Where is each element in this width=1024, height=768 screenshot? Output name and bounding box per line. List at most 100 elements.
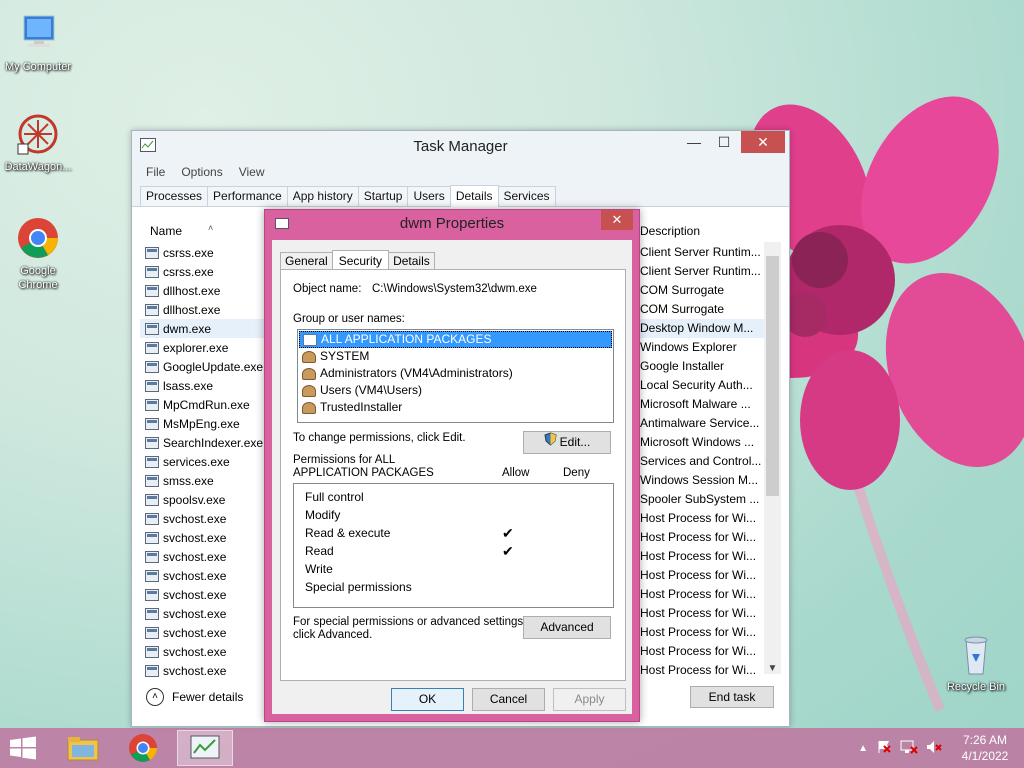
user-list[interactable]: ALL APPLICATION PACKAGES SYSTEM Administra…	[297, 329, 614, 423]
tab-details[interactable]: Details	[449, 185, 499, 207]
process-description[interactable]: Client Server Runtim...	[640, 243, 766, 262]
show-hidden-icons[interactable]: ▲	[858, 743, 868, 754]
process-description[interactable]: Client Server Runtim...	[640, 262, 766, 281]
tab-startup[interactable]: Startup	[357, 186, 409, 206]
menu-options[interactable]: Options	[173, 165, 230, 179]
process-description[interactable]: Host Process for Wi...	[640, 642, 766, 661]
tab-performance[interactable]: Performance	[207, 186, 288, 206]
column-name[interactable]: Name ˄	[140, 218, 270, 242]
advanced-button[interactable]: Advanced	[523, 616, 611, 639]
process-description[interactable]: Antimalware Service...	[640, 414, 766, 433]
desktop-icon-datawagon[interactable]: DataWagon...	[0, 110, 76, 174]
process-description[interactable]: Host Process for Wi...	[640, 566, 766, 585]
user-list-item[interactable]: Administrators (VM4\Administrators)	[299, 365, 612, 382]
user-list-item[interactable]: ALL APPLICATION PACKAGES	[299, 331, 612, 348]
process-row[interactable]: spoolsv.exe	[140, 490, 280, 509]
maximize-button[interactable]: ☐	[709, 131, 739, 153]
tab-users[interactable]: Users	[407, 186, 451, 206]
process-row[interactable]: GoogleUpdate.exe	[140, 357, 280, 376]
task-manager-titlebar[interactable]: Task Manager — ☐ ✕	[132, 131, 789, 161]
process-row[interactable]: dllhost.exe	[140, 300, 280, 319]
start-button[interactable]	[8, 736, 38, 763]
process-row[interactable]: svchost.exe	[140, 585, 280, 604]
process-description[interactable]: Host Process for Wi...	[640, 528, 766, 547]
process-row[interactable]: svchost.exe	[140, 661, 280, 680]
process-name: svchost.exe	[163, 606, 227, 621]
user-list-item[interactable]: SYSTEM	[299, 348, 612, 365]
menu-file[interactable]: File	[138, 165, 173, 179]
taskbar-file-explorer[interactable]	[55, 730, 111, 766]
process-description[interactable]: Windows Session M...	[640, 471, 766, 490]
process-row[interactable]: services.exe	[140, 452, 280, 471]
user-list-item[interactable]: Users (VM4\Users)	[299, 382, 612, 399]
process-description[interactable]: Host Process for Wi...	[640, 661, 766, 680]
volume-muted-icon[interactable]	[926, 740, 942, 757]
process-description[interactable]: COM Surrogate	[640, 300, 766, 319]
action-center-flag-icon[interactable]	[876, 740, 892, 757]
tab-processes[interactable]: Processes	[140, 186, 209, 206]
cancel-button[interactable]: Cancel	[472, 688, 545, 711]
process-name: smss.exe	[163, 473, 214, 488]
process-row[interactable]: MpCmdRun.exe	[140, 395, 280, 414]
process-description[interactable]: Desktop Window M...	[640, 319, 766, 338]
desktop-icon-recycle-bin[interactable]: Recycle Bin	[938, 630, 1014, 694]
menu-view[interactable]: View	[231, 165, 273, 179]
tab-app-history[interactable]: App history	[286, 186, 359, 206]
process-description[interactable]: Host Process for Wi...	[640, 604, 766, 623]
process-description[interactable]: COM Surrogate	[640, 281, 766, 300]
process-row[interactable]: dwm.exe	[140, 319, 280, 338]
process-row[interactable]: smss.exe	[140, 471, 280, 490]
scroll-down-icon[interactable]: ▼	[764, 663, 781, 674]
process-icon	[145, 398, 159, 411]
permission-row: Full control	[294, 488, 613, 506]
process-row[interactable]: csrss.exe	[140, 262, 280, 281]
scrollbar-thumb[interactable]	[766, 256, 779, 496]
taskbar-chrome[interactable]	[115, 730, 171, 766]
process-description[interactable]: Microsoft Malware ...	[640, 395, 766, 414]
dialog-titlebar[interactable]: dwm Properties ✕	[265, 210, 639, 240]
process-description[interactable]: Google Installer	[640, 357, 766, 376]
process-description[interactable]: Host Process for Wi...	[640, 509, 766, 528]
column-description[interactable]: Description	[640, 218, 700, 244]
process-description[interactable]: Services and Control...	[640, 452, 766, 471]
process-row[interactable]: svchost.exe	[140, 566, 280, 585]
process-row[interactable]: svchost.exe	[140, 547, 280, 566]
ok-button[interactable]: OK	[391, 688, 464, 711]
taskbar-task-manager[interactable]	[177, 730, 233, 766]
tab-details-dialog[interactable]: Details	[388, 252, 435, 270]
process-row[interactable]: svchost.exe	[140, 623, 280, 642]
process-row[interactable]: explorer.exe	[140, 338, 280, 357]
process-description[interactable]: Local Security Auth...	[640, 376, 766, 395]
process-description[interactable]: Host Process for Wi...	[640, 585, 766, 604]
process-row[interactable]: lsass.exe	[140, 376, 280, 395]
network-icon[interactable]	[900, 740, 918, 757]
tab-services[interactable]: Services	[497, 186, 556, 206]
process-row[interactable]: svchost.exe	[140, 528, 280, 547]
process-row[interactable]: svchost.exe	[140, 509, 280, 528]
process-description[interactable]: Host Process for Wi...	[640, 623, 766, 642]
vertical-scrollbar[interactable]: ▼	[764, 242, 781, 674]
clock[interactable]: 7:26 AM 4/1/2022	[950, 732, 1020, 764]
minimize-button[interactable]: —	[679, 131, 709, 153]
process-row[interactable]: dllhost.exe	[140, 281, 280, 300]
edit-button[interactable]: Edit...	[523, 431, 611, 454]
close-button[interactable]: ✕	[741, 131, 785, 153]
apply-button[interactable]: Apply	[553, 688, 626, 711]
tab-general[interactable]: General	[280, 252, 333, 270]
desktop-icon-google-chrome[interactable]: Google Chrome	[0, 214, 76, 292]
process-row[interactable]: SearchIndexer.exe	[140, 433, 280, 452]
process-description[interactable]: Microsoft Windows ...	[640, 433, 766, 452]
user-list-item[interactable]: TrustedInstaller	[299, 399, 612, 416]
tab-security[interactable]: Security	[331, 250, 390, 271]
process-row[interactable]: csrss.exe	[140, 243, 280, 262]
process-row[interactable]: svchost.exe	[140, 642, 280, 661]
process-row[interactable]: MsMpEng.exe	[140, 414, 280, 433]
process-description[interactable]: Host Process for Wi...	[640, 547, 766, 566]
end-task-button[interactable]: End task	[690, 686, 774, 708]
process-description[interactable]: Windows Explorer	[640, 338, 766, 357]
process-row[interactable]: svchost.exe	[140, 604, 280, 623]
process-description[interactable]: Spooler SubSystem ...	[640, 490, 766, 509]
desktop-icon-my-computer[interactable]: My Computer	[0, 10, 76, 74]
fewer-details-link[interactable]: ˄ Fewer details	[146, 688, 243, 706]
dialog-close-button[interactable]: ✕	[601, 210, 633, 230]
